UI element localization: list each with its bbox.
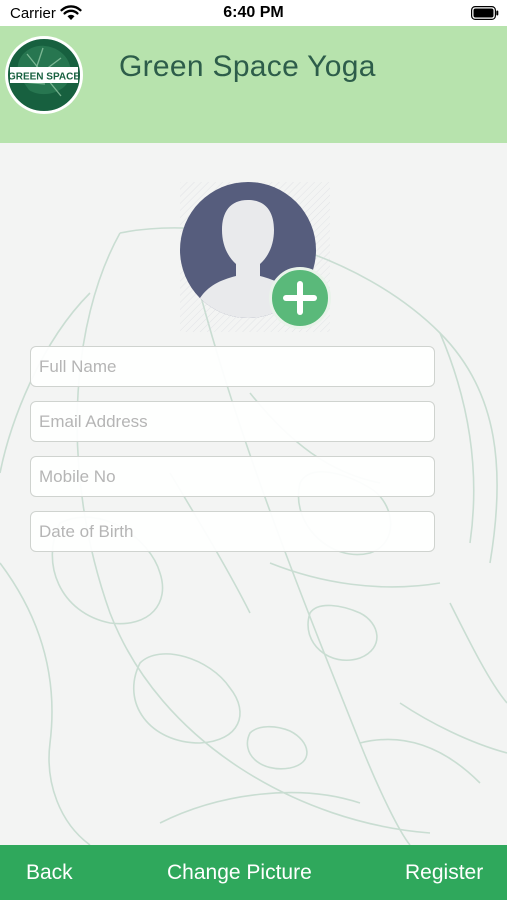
date-of-birth-input[interactable] — [30, 511, 435, 552]
clock: 6:40 PM — [223, 4, 284, 21]
full-name-input[interactable] — [30, 346, 435, 387]
page-title: Green Space Yoga — [119, 50, 376, 83]
battery-icon — [471, 6, 499, 21]
register-button[interactable]: Register — [405, 861, 483, 885]
green-space-logo: GREEN SPACE — [5, 36, 83, 114]
app-header: GREEN SPACE Green Space Yoga — [0, 26, 507, 143]
plus-icon — [283, 281, 317, 315]
add-photo-button[interactable] — [269, 267, 331, 329]
back-button[interactable]: Back — [26, 861, 73, 885]
bottom-toolbar: Back Change Picture Register — [0, 845, 507, 900]
change-picture-button[interactable]: Change Picture — [167, 861, 312, 885]
logo-text: GREEN SPACE — [8, 72, 80, 83]
mobile-number-input[interactable] — [30, 456, 435, 497]
email-address-input[interactable] — [30, 401, 435, 442]
status-bar: Carrier 6:40 PM — [0, 0, 507, 26]
